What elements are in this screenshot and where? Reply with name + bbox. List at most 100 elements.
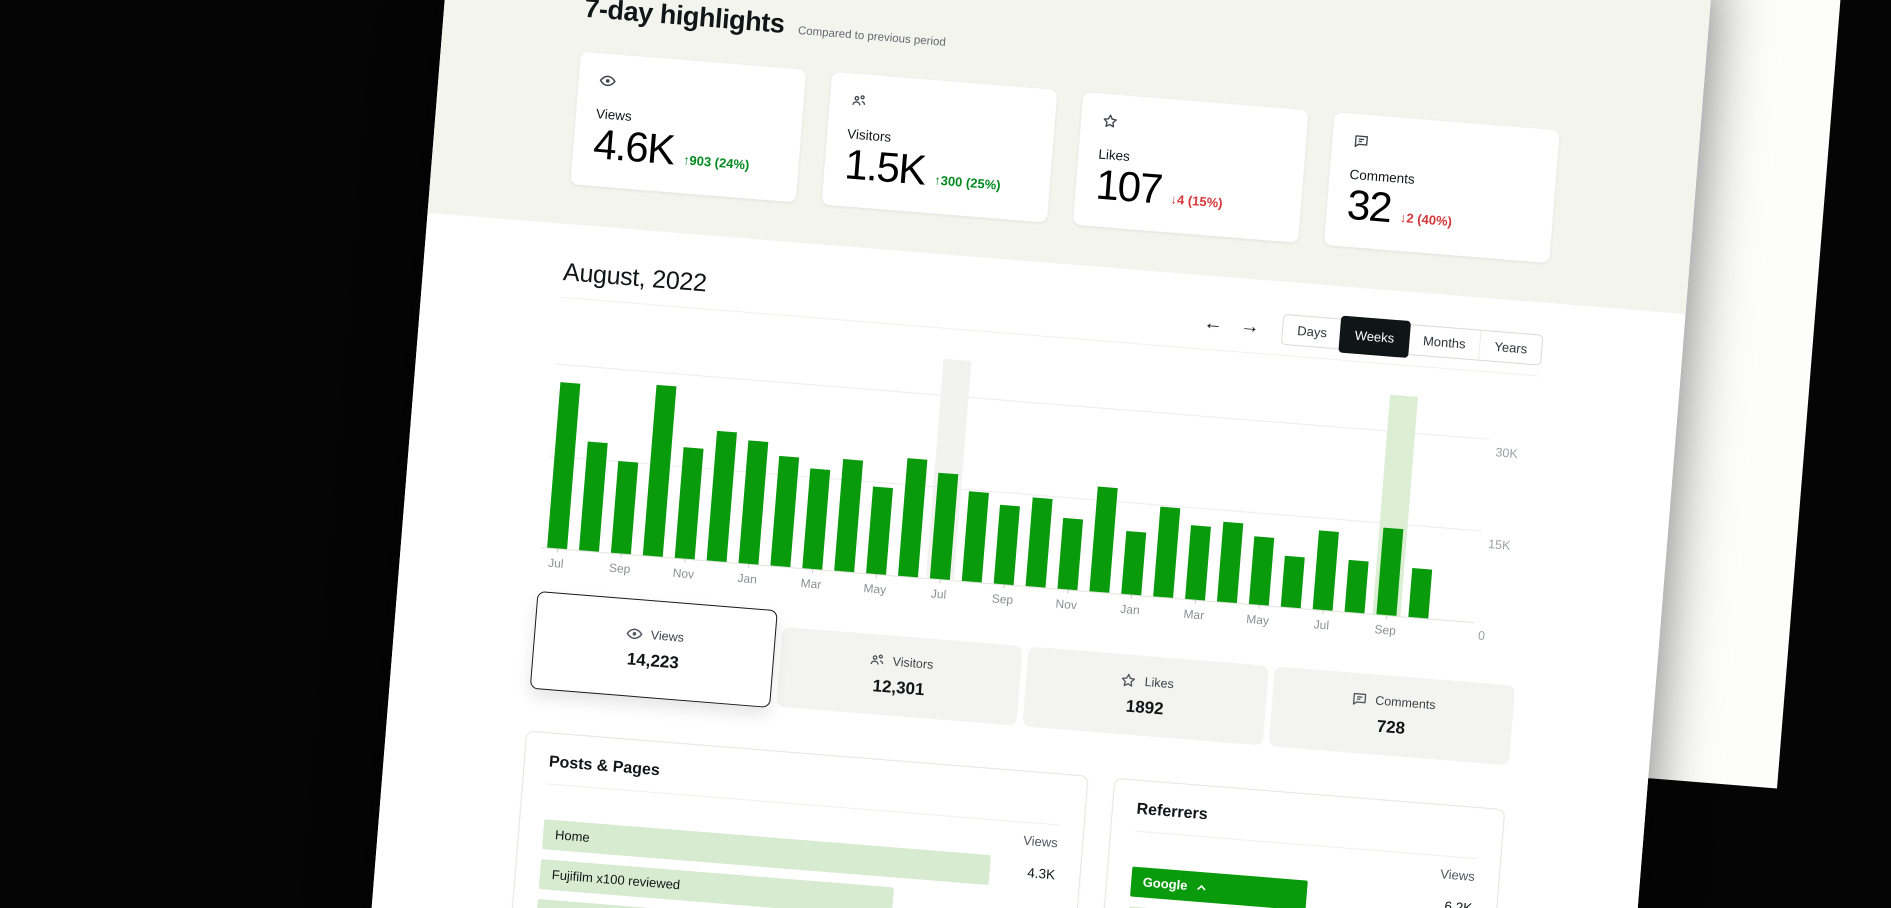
x-axis-label: Jul — [930, 586, 946, 601]
referrers-card: Referrers Views Google6.2K — [1099, 777, 1505, 908]
screenshot-stage: 7-day highlights Compared to previous pe… — [0, 0, 1891, 908]
chart-bar[interactable] — [1344, 560, 1369, 613]
chart-bar[interactable] — [674, 448, 703, 560]
summary-label: Visitors — [892, 654, 934, 671]
summary-label: Views — [650, 628, 684, 645]
axis-tick — [940, 579, 941, 583]
chart-bar[interactable] — [1376, 527, 1403, 616]
axis-tick — [1322, 610, 1323, 614]
x-axis-label: Jul — [1313, 617, 1329, 632]
chart-bar[interactable] — [770, 456, 799, 567]
summary-card-comments[interactable]: Comments728 — [1269, 666, 1516, 765]
star-icon — [1100, 112, 1287, 147]
chart-bar[interactable] — [1121, 531, 1146, 595]
tab-weeks[interactable]: Weeks — [1338, 315, 1410, 357]
highlight-card-likes: Likes107↓4 (15%) — [1073, 92, 1309, 243]
chart-bar[interactable] — [962, 492, 990, 583]
summary-label: Likes — [1144, 674, 1174, 690]
chevron-up-icon[interactable] — [1195, 879, 1209, 895]
chart-bar[interactable] — [834, 459, 863, 572]
eye-icon — [625, 624, 644, 643]
axis-tick — [1386, 615, 1387, 619]
x-axis-label: May — [1246, 612, 1270, 628]
chart-bar[interactable] — [1408, 568, 1432, 618]
chart-bar[interactable] — [1281, 556, 1305, 608]
axis-tick — [748, 564, 749, 568]
summary-card-views[interactable]: Views14,223 — [530, 591, 778, 708]
traffic-section: August, 2022 ← → DaysWeeksMonthsYears Ju… — [364, 213, 1686, 908]
highlight-card-views: Views4.6K↑903 (24%) — [570, 52, 806, 203]
highlight-card-comments: Comments32↓2 (40%) — [1324, 112, 1560, 263]
tab-days[interactable]: Days — [1282, 315, 1342, 349]
summary-value: 14,223 — [533, 641, 773, 680]
list-item-views: 4.3K — [1007, 864, 1056, 883]
chart-bar[interactable] — [1089, 486, 1118, 592]
summary-value: 728 — [1270, 708, 1512, 747]
eye-icon — [598, 71, 785, 106]
chart-bar[interactable] — [1185, 525, 1211, 601]
comment-icon — [1351, 132, 1538, 167]
tab-months[interactable]: Months — [1407, 325, 1481, 360]
highlights-subtitle: Compared to previous period — [797, 25, 946, 49]
tab-years[interactable]: Years — [1478, 331, 1542, 365]
highlight-value: 32 — [1345, 184, 1392, 230]
highlight-value: 1.5K — [843, 143, 927, 192]
chart-bar[interactable] — [1153, 507, 1181, 598]
chart-bar[interactable] — [930, 473, 959, 580]
chart-bar[interactable] — [898, 458, 928, 577]
bars-container: JulSepNovJanMarMayJulSepNovJanMarMayJulS… — [541, 328, 1452, 619]
x-axis-label: Jan — [1120, 602, 1140, 618]
comment-icon — [1350, 689, 1369, 708]
chart-bar[interactable] — [1312, 530, 1339, 610]
axis-tick — [557, 548, 558, 552]
x-axis-label: Mar — [1183, 607, 1205, 623]
chart-bar[interactable] — [1025, 497, 1053, 587]
y-tick-15k: 15K — [1488, 537, 1511, 553]
axis-tick — [1131, 594, 1132, 598]
period-title: August, 2022 — [562, 258, 708, 298]
posts-pages-card: Posts & Pages Views Home4.3KFujifilm x10… — [508, 730, 1088, 908]
chart-bar[interactable] — [611, 461, 639, 554]
people-icon — [849, 91, 1036, 126]
y-tick-0: 0 — [1478, 628, 1486, 643]
chart-bar[interactable] — [802, 468, 830, 569]
x-axis-label: Sep — [608, 560, 630, 576]
summary-value: 12,301 — [778, 668, 1020, 707]
axis-tick — [1259, 605, 1260, 609]
x-axis-label: Nov — [1055, 596, 1077, 612]
list-item-label: Google — [1142, 874, 1188, 893]
chart-bar[interactable] — [1217, 522, 1244, 603]
chart-bar[interactable] — [993, 504, 1020, 584]
chart-bar[interactable] — [1057, 518, 1083, 590]
list-item-views: 6.2K — [1424, 897, 1473, 908]
highlight-value: 4.6K — [592, 123, 676, 172]
list-item-label: Home — [555, 827, 591, 845]
chart-controls: ← → DaysWeeksMonthsYears — [1197, 307, 1543, 366]
axis-tick — [876, 574, 877, 578]
chart-bar[interactable] — [866, 487, 893, 575]
x-axis-label: May — [863, 581, 887, 597]
people-icon — [867, 650, 886, 669]
highlight-value: 107 — [1094, 163, 1163, 211]
axis-tick — [1067, 589, 1068, 593]
highlight-delta: ↑903 (24%) — [682, 152, 750, 178]
summary-label: Comments — [1375, 693, 1436, 712]
summary-card-visitors[interactable]: Visitors12,301 — [776, 627, 1023, 726]
x-axis-label: Mar — [800, 576, 822, 592]
chart-bar[interactable] — [738, 440, 768, 565]
next-period-button[interactable]: → — [1235, 314, 1266, 339]
chart-bar[interactable] — [706, 431, 737, 562]
highlight-delta: ↑300 (25%) — [933, 172, 1001, 198]
list-item-label: Fujifilm x100 reviewed — [551, 867, 680, 892]
axis-tick — [1195, 600, 1196, 604]
highlight-delta: ↓4 (15%) — [1170, 191, 1224, 216]
chart-bar[interactable] — [579, 442, 608, 552]
x-axis-label: Sep — [1374, 622, 1396, 638]
previous-period-button[interactable]: ← — [1198, 311, 1229, 336]
summary-card-likes[interactable]: Likes1892 — [1022, 646, 1269, 745]
axis-tick — [812, 569, 813, 573]
axis-tick — [684, 558, 685, 562]
x-axis-label: Jul — [548, 556, 564, 571]
granularity-tabs: DaysWeeksMonthsYears — [1281, 314, 1543, 366]
chart-bar[interactable] — [1249, 537, 1275, 606]
